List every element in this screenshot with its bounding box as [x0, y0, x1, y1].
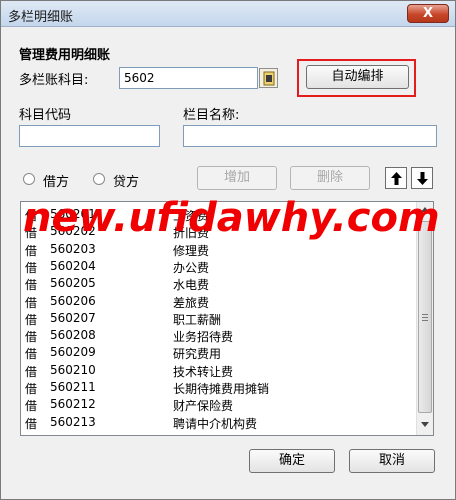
column-name-label: 栏目名称: — [183, 108, 240, 123]
scroll-thumb[interactable] — [418, 221, 432, 413]
row-direction: 借 — [25, 260, 38, 275]
row-direction: 借 — [25, 295, 38, 310]
row-name: 工资费 — [173, 209, 210, 223]
list-row[interactable]: 借 560205 水电费 — [21, 275, 417, 292]
cancel-button[interactable]: 取消 — [349, 449, 435, 473]
scroll-down-icon — [421, 422, 429, 427]
list-row[interactable]: 借 560212 财产保险费 — [21, 396, 417, 413]
row-direction: 借 — [25, 226, 38, 241]
account-code-input[interactable] — [19, 125, 160, 147]
row-direction: 借 — [25, 382, 38, 396]
row-name: 差旅费 — [173, 295, 210, 310]
auto-arrange-highlight — [297, 59, 416, 97]
thumb-grip — [422, 317, 428, 318]
row-code: 560212 — [50, 397, 96, 412]
row-name: 研究费用 — [173, 347, 222, 362]
row-name: 业务招待费 — [173, 330, 234, 345]
row-direction: 借 — [25, 243, 38, 258]
title-bar: 多栏明细账 X — [1, 1, 455, 27]
list-row[interactable]: 借 560207 职工薪酬 — [21, 310, 417, 327]
row-code: 560207 — [50, 310, 96, 325]
column-list-rows: 借 560201 工资费借 560202 折旧费借 560203 修理费借 560204 办公费… — [21, 202, 417, 435]
thumb-grip — [422, 314, 428, 315]
row-name: 技术转让费 — [173, 364, 234, 379]
row-name: 办公费 — [173, 260, 210, 275]
radio-circle — [93, 173, 105, 185]
row-direction: 借 — [25, 278, 38, 293]
row-code: 560201 — [50, 207, 96, 221]
list-row[interactable]: 借 560203 修理费 — [21, 241, 417, 258]
scroll-down-button[interactable] — [417, 417, 433, 434]
arrow-up-icon — [391, 172, 402, 185]
account-code-label: 科目代码 — [19, 108, 72, 123]
row-name: 职工薪酬 — [173, 312, 222, 327]
row-code: 560203 — [50, 241, 96, 256]
ok-button[interactable]: 确定 — [249, 449, 335, 473]
list-scrollbar[interactable] — [416, 202, 433, 435]
list-row[interactable]: 借 560202 折旧费 — [21, 223, 417, 240]
row-code: 560204 — [50, 258, 96, 273]
window-title: 多栏明细账 — [8, 10, 74, 25]
row-code: 560202 — [50, 224, 96, 239]
column-name-input[interactable] — [183, 125, 437, 147]
row-direction: 借 — [25, 399, 38, 414]
delete-button[interactable]: 删除 — [290, 166, 370, 190]
row-direction: 借 — [25, 312, 38, 327]
list-row[interactable]: 借 560206 差旅费 — [21, 293, 417, 310]
debit-label: 借方 — [43, 175, 70, 190]
list-row[interactable]: 借 560201 工资费 — [21, 206, 417, 223]
row-code: 560210 — [50, 362, 96, 377]
scroll-up-button[interactable] — [417, 202, 433, 219]
list-row[interactable]: 借 560211 长期待摊费用摊销 — [21, 379, 417, 396]
column-list[interactable]: 借 560201 工资费借 560202 折旧费借 560203 修理费借 560204 办公费… — [20, 201, 434, 436]
row-name: 折旧费 — [173, 226, 210, 241]
radio-circle — [23, 173, 35, 185]
credit-label: 贷方 — [113, 175, 140, 190]
row-direction: 借 — [25, 416, 38, 431]
list-row[interactable]: 借 560209 研究费用 — [21, 344, 417, 361]
account-label: 多栏账科目: — [19, 73, 89, 88]
close-button[interactable]: X — [407, 4, 449, 23]
list-row[interactable]: 借 560208 业务招待费 — [21, 327, 417, 344]
row-code: 560213 — [50, 414, 96, 429]
row-direction: 借 — [25, 330, 38, 345]
move-down-button[interactable] — [411, 167, 433, 189]
row-name: 长期待摊费用摊销 — [173, 382, 270, 396]
list-row[interactable]: 借 560210 技术转让费 — [21, 362, 417, 379]
row-name: 水电费 — [173, 278, 210, 293]
row-name: 修理费 — [173, 243, 210, 258]
row-direction: 借 — [25, 347, 38, 362]
list-row[interactable]: 借 560213 聘请中介机构费 — [21, 414, 417, 431]
row-direction: 借 — [25, 364, 38, 379]
row-code: 560211 — [50, 380, 96, 394]
row-direction: 借 — [25, 209, 38, 223]
row-code: 560208 — [50, 328, 96, 343]
account-input[interactable]: 5602 — [119, 67, 258, 89]
multi-column-ledger-dialog: 多栏明细账 X 管理费用明细账 多栏账科目: 5602 自动编排 科目代码 栏目… — [0, 0, 456, 500]
picker-icon — [263, 71, 275, 86]
row-code: 560205 — [50, 276, 96, 291]
row-name: 财产保险费 — [173, 399, 234, 414]
row-code: 560206 — [50, 293, 96, 308]
row-name: 聘请中介机构费 — [173, 416, 258, 431]
move-up-button[interactable] — [385, 167, 407, 189]
section-title: 管理费用明细账 — [19, 48, 111, 63]
thumb-grip — [422, 320, 428, 321]
scroll-up-icon — [421, 207, 429, 212]
add-button[interactable]: 增加 — [197, 166, 277, 190]
row-code: 560209 — [50, 345, 96, 360]
arrow-down-icon — [417, 172, 428, 185]
list-row[interactable]: 借 560204 办公费 — [21, 258, 417, 275]
account-picker-button[interactable] — [259, 68, 278, 88]
